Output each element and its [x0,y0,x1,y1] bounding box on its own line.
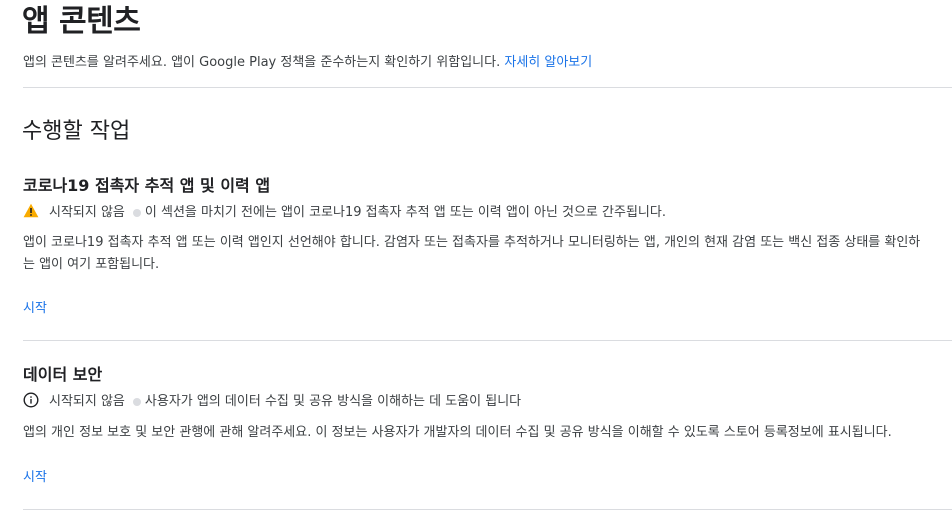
divider [23,87,952,88]
status-note: 이 섹션을 마치기 전에는 앱이 코로나19 접촉자 추적 앱 또는 이력 앱이… [144,205,666,220]
start-button[interactable]: 시작 [23,466,47,485]
status-dot [132,397,141,406]
status-dot [132,208,141,217]
tasks-heading: 수행할 작업 [22,119,131,144]
app-content-page: 앱 콘텐츠 앱의 콘텐츠를 알려주세요. 앱이 Google Play 정책을 … [0,0,952,523]
divider [23,509,952,510]
learn-more-link[interactable]: 자세히 알아보기 [504,55,592,70]
page-title: 앱 콘텐츠 [22,4,141,39]
task-status: 시작되지 않음 사용자가 앱의 데이터 수집 및 공유 방식을 이해하는 데 도… [23,390,521,409]
task-status: 시작되지 않음 이 섹션을 마치기 전에는 앱이 코로나19 접촉자 추적 앱 … [23,201,666,220]
status-note: 사용자가 앱의 데이터 수집 및 공유 방식을 이해하는 데 도움이 됩니다 [144,394,522,409]
warning-icon [23,203,39,219]
start-button[interactable]: 시작 [23,297,47,316]
task-description: 앱이 코로나19 접촉자 추적 앱 또는 이력 앱인지 선언해야 합니다. 감염… [23,235,921,272]
subtitle-text: 앱의 콘텐츠를 알려주세요. 앱이 Google Play 정책을 준수하는지 … [23,55,501,70]
status-label: 시작되지 않음 [49,394,125,409]
task-title: 데이터 보안 [23,365,103,384]
info-icon [23,391,39,408]
task-description: 앱의 개인 정보 보호 및 보안 관행에 관해 알려주세요. 이 정보는 사용자… [23,425,892,440]
status-label: 시작되지 않음 [49,205,125,220]
page-subtitle: 앱의 콘텐츠를 알려주세요. 앱이 Google Play 정책을 준수하는지 … [23,51,592,70]
task-title: 코로나19 접촉자 추적 앱 및 이력 앱 [23,176,271,195]
divider [23,340,952,341]
